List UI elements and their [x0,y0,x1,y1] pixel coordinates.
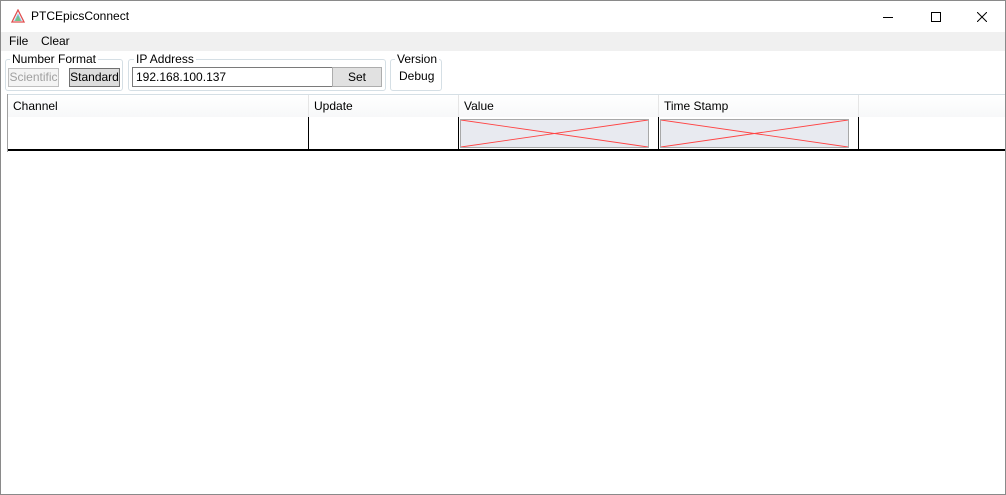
scientific-button[interactable]: Scientific [8,68,59,87]
column-header-channel[interactable]: Channel [8,95,309,117]
version-group: Version Debug [390,53,442,91]
triangle-logo-icon [11,9,25,23]
version-value: Debug [399,69,435,83]
close-icon [977,11,987,22]
cell-value[interactable] [459,117,659,150]
column-header-filler [859,95,1005,117]
app-window: PTCEpicsConnect File Clear Number Format… [0,0,1006,495]
menu-clear[interactable]: Clear [41,34,70,48]
cell-filler [859,117,1005,150]
column-header-value[interactable]: Value [459,95,659,117]
standard-button[interactable]: Standard [69,68,120,87]
ip-address-label: IP Address [134,52,196,66]
minimize-button[interactable] [865,1,911,32]
number-format-label: Number Format [10,52,99,66]
ip-address-group: IP Address 192.168.100.137 Set [128,53,386,91]
cell-time-stamp[interactable] [659,117,859,150]
missing-image-placeholder-icon [660,119,849,148]
menu-file[interactable]: File [9,34,28,48]
cell-update[interactable] [309,117,459,150]
maximize-button[interactable] [913,1,959,32]
missing-image-placeholder-icon [460,119,649,148]
version-label: Version [395,52,440,66]
minimize-icon [883,16,893,18]
title-bar[interactable]: PTCEpicsConnect [1,1,1005,32]
maximize-icon [931,11,941,22]
window-title: PTCEpicsConnect [31,9,130,23]
column-header-time-stamp[interactable]: Time Stamp [659,95,859,117]
table-row[interactable] [8,117,1005,151]
close-button[interactable] [959,1,1005,32]
channel-grid: Channel Update Value Time Stamp [7,94,1005,152]
cell-channel[interactable] [8,117,309,150]
column-header-update[interactable]: Update [309,95,459,117]
menu-bar: File Clear [1,32,1005,51]
grid-header: Channel Update Value Time Stamp [8,94,1005,117]
ip-address-input[interactable]: 192.168.100.137 [132,67,333,87]
set-button[interactable]: Set [332,67,382,87]
number-format-group: Number Format Scientific Standard [5,53,123,91]
